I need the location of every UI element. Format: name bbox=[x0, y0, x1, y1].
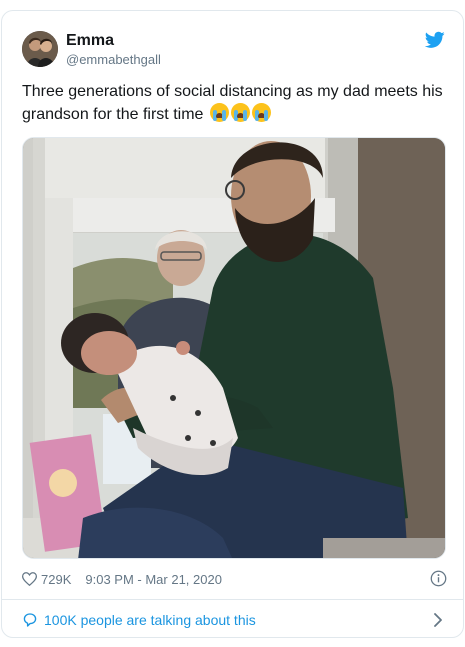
tweet-meta: 729K 9:03 PM - Mar 21, 2020 bbox=[22, 569, 447, 589]
like-count[interactable]: 729K bbox=[41, 572, 71, 587]
tweet-timestamp[interactable]: 9:03 PM - Mar 21, 2020 bbox=[85, 572, 222, 587]
conversation-link[interactable]: 100K people are talking about this bbox=[22, 609, 443, 631]
embedded-tweet-card[interactable]: Emma @emmabethgall Three generations of … bbox=[1, 10, 464, 638]
tweet-header: Emma @emmabethgall bbox=[22, 29, 447, 73]
twitter-bird-icon[interactable] bbox=[425, 31, 445, 49]
loudly-crying-face-icon bbox=[209, 103, 229, 122]
tweet-text: Three generations of social distancing a… bbox=[22, 81, 446, 126]
info-icon[interactable] bbox=[430, 570, 447, 587]
author-names[interactable]: Emma @emmabethgall bbox=[66, 31, 161, 68]
loudly-crying-face-icon bbox=[251, 103, 271, 122]
loudly-crying-face-icon bbox=[230, 103, 250, 122]
chevron-right-icon[interactable] bbox=[433, 613, 443, 627]
divider bbox=[2, 599, 463, 600]
author-handle[interactable]: @emmabethgall bbox=[66, 51, 161, 68]
conversation-label[interactable]: 100K people are talking about this bbox=[44, 612, 256, 628]
author-name[interactable]: Emma bbox=[66, 31, 161, 51]
heart-icon[interactable] bbox=[22, 572, 37, 586]
tweet-photo[interactable] bbox=[22, 137, 446, 559]
speech-bubble-icon bbox=[23, 613, 37, 627]
author-avatar[interactable] bbox=[22, 31, 58, 67]
